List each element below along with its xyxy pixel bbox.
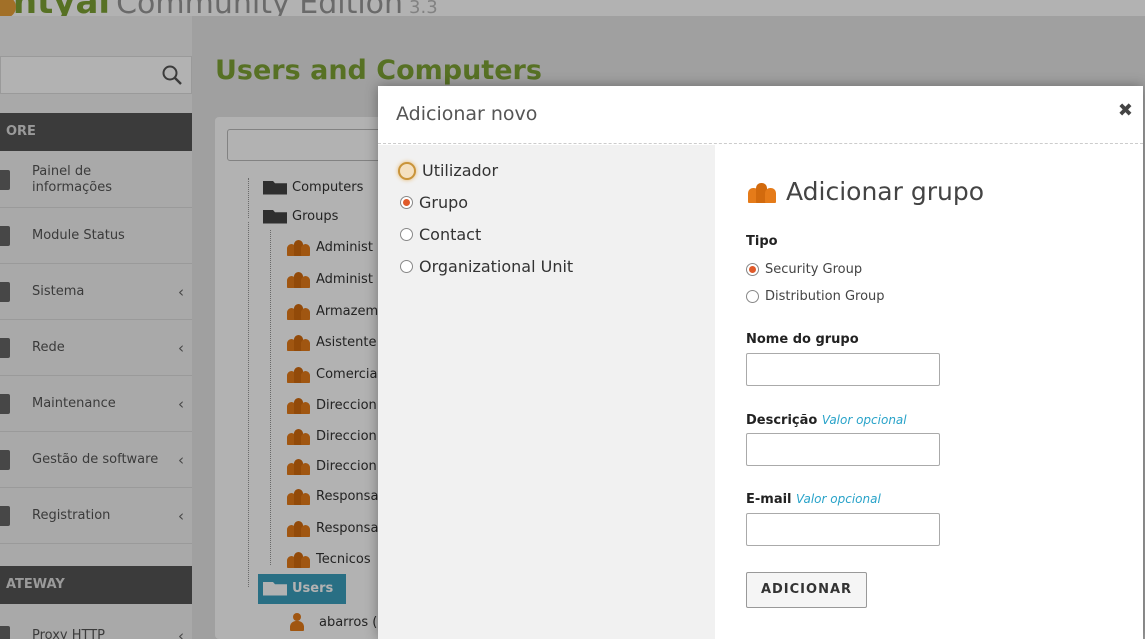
radio-group[interactable] xyxy=(400,196,413,209)
add-group-form xyxy=(715,145,1143,639)
radio-security-group[interactable] xyxy=(746,263,759,276)
radio-user[interactable] xyxy=(398,161,416,180)
form-heading-text: Adicionar grupo xyxy=(786,177,985,206)
option-security-group[interactable]: Security Group xyxy=(746,262,862,277)
object-type-selector: Utilizador Grupo Contact Organizational … xyxy=(378,145,715,639)
email-label-text: E-mail xyxy=(746,492,792,507)
add-new-dialog: Adicionar novo ✖ Utilizador Grupo Contac… xyxy=(378,86,1143,639)
option-label: Organizational Unit xyxy=(419,257,574,276)
description-field[interactable] xyxy=(746,433,940,466)
close-icon[interactable]: ✖ xyxy=(1118,100,1133,121)
option-label: Distribution Group xyxy=(765,289,885,304)
option-contact[interactable]: Contact xyxy=(400,225,481,244)
group-name-label: Nome do grupo xyxy=(746,332,859,347)
optional-note: Valor opcional xyxy=(796,492,881,506)
optional-note: Valor opcional xyxy=(821,413,907,427)
email-field[interactable] xyxy=(746,513,940,546)
radio-distribution-group[interactable] xyxy=(746,290,759,303)
group-name-field[interactable] xyxy=(746,353,940,386)
description-label-text: Descrição xyxy=(746,413,818,428)
radio-organizational-unit[interactable] xyxy=(400,260,413,273)
option-label: Contact xyxy=(419,225,482,244)
type-label: Tipo xyxy=(746,234,778,249)
email-label: E-mail Valor opcional xyxy=(746,492,881,507)
description-label: Descrição Valor opcional xyxy=(746,413,907,428)
option-label: Grupo xyxy=(419,193,469,212)
option-label: Security Group xyxy=(765,262,863,277)
option-label: Utilizador xyxy=(422,161,499,180)
radio-contact[interactable] xyxy=(400,228,413,241)
option-user[interactable]: Utilizador xyxy=(398,161,498,180)
dialog-header: Adicionar novo ✖ xyxy=(378,86,1143,144)
option-group[interactable]: Grupo xyxy=(400,193,468,212)
form-heading: Adicionar grupo xyxy=(748,177,984,206)
option-distribution-group[interactable]: Distribution Group xyxy=(746,289,885,304)
dialog-title: Adicionar novo xyxy=(396,103,538,125)
option-organizational-unit[interactable]: Organizational Unit xyxy=(400,257,573,276)
add-button[interactable]: ADICIONAR xyxy=(746,572,867,608)
group-icon xyxy=(748,181,776,203)
